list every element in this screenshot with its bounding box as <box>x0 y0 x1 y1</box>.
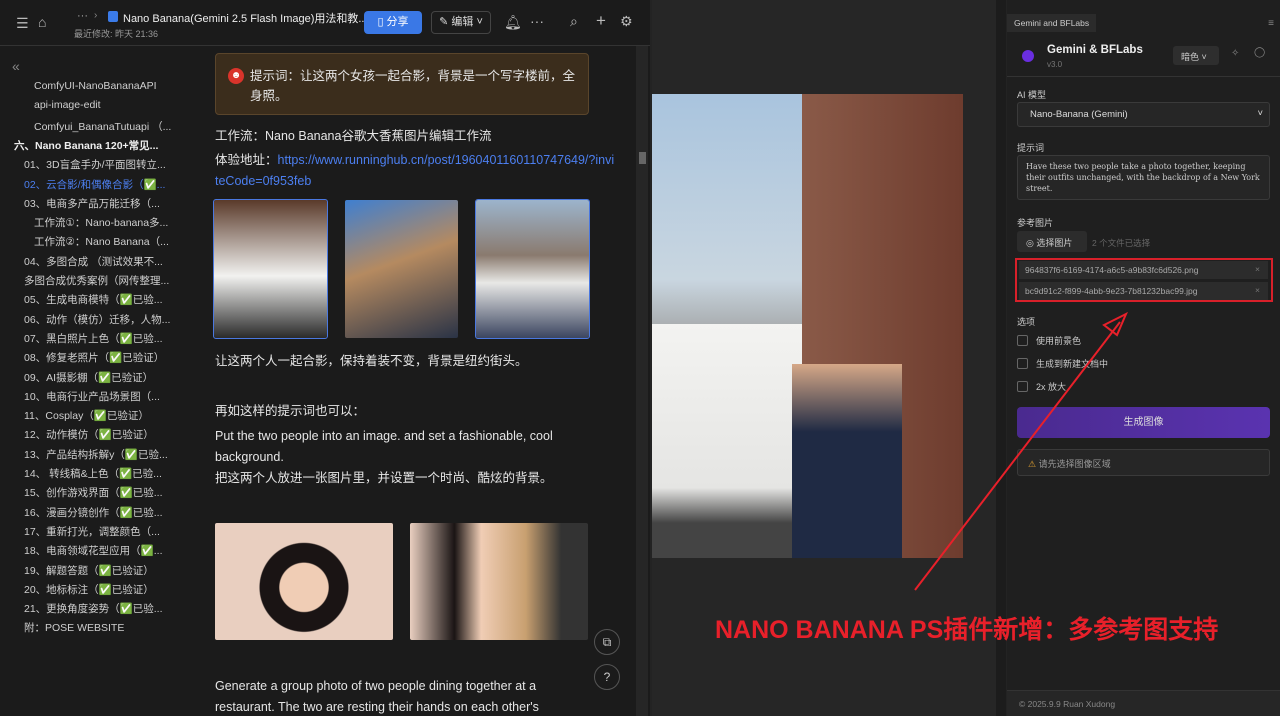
annotation-caption: NANO BANANA PS插件新增：多参考图支持 <box>715 616 1219 644</box>
arrow-line <box>914 321 1121 591</box>
annotation-arrow <box>914 311 1128 591</box>
arrow-head <box>1102 311 1128 337</box>
